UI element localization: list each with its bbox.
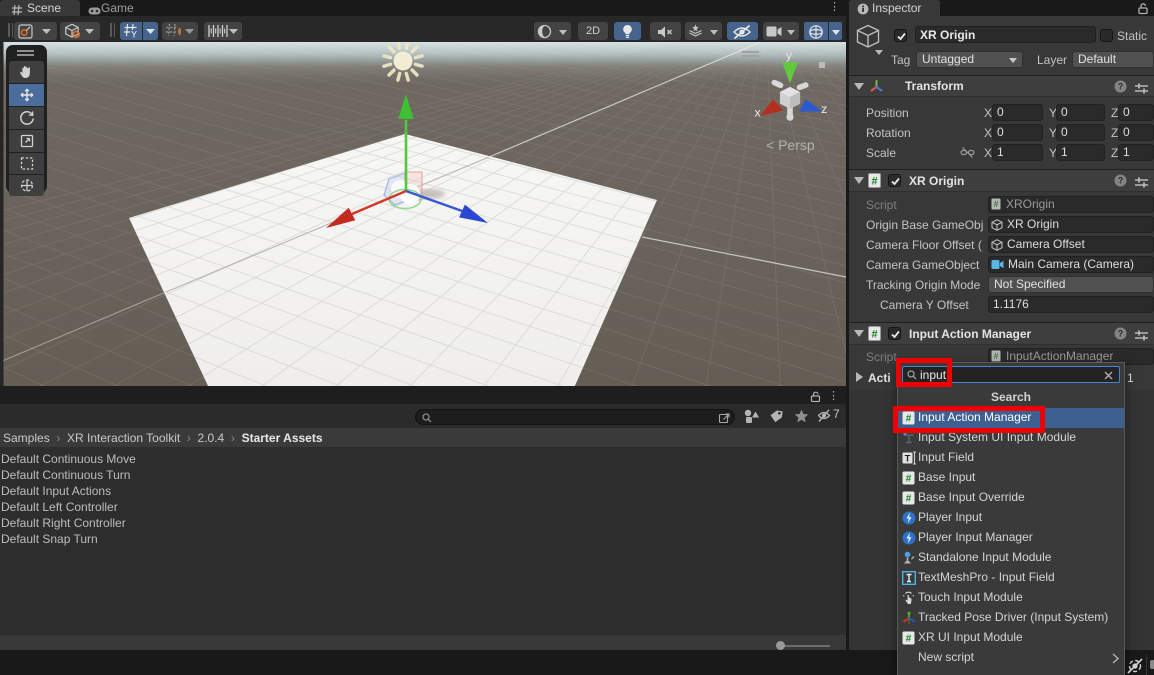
svg-text:#: # (906, 474, 912, 485)
svg-text:?: ? (1118, 329, 1124, 339)
svg-text:x: x (754, 106, 761, 120)
svg-text:?: ? (1118, 176, 1124, 186)
svg-text:< Persp: < Persp (766, 137, 815, 153)
svg-text:#: # (906, 634, 912, 645)
svg-text:#: # (871, 176, 877, 188)
svg-text:y: y (786, 48, 793, 62)
svg-text:#: # (993, 199, 998, 209)
svg-text:#: # (906, 494, 912, 505)
svg-text:z: z (821, 102, 827, 116)
svg-text:T: T (905, 454, 911, 465)
svg-text:Y: Y (131, 30, 137, 40)
svg-text:#: # (993, 351, 998, 361)
svg-text:#: # (871, 329, 877, 341)
svg-text:?: ? (1118, 82, 1124, 92)
